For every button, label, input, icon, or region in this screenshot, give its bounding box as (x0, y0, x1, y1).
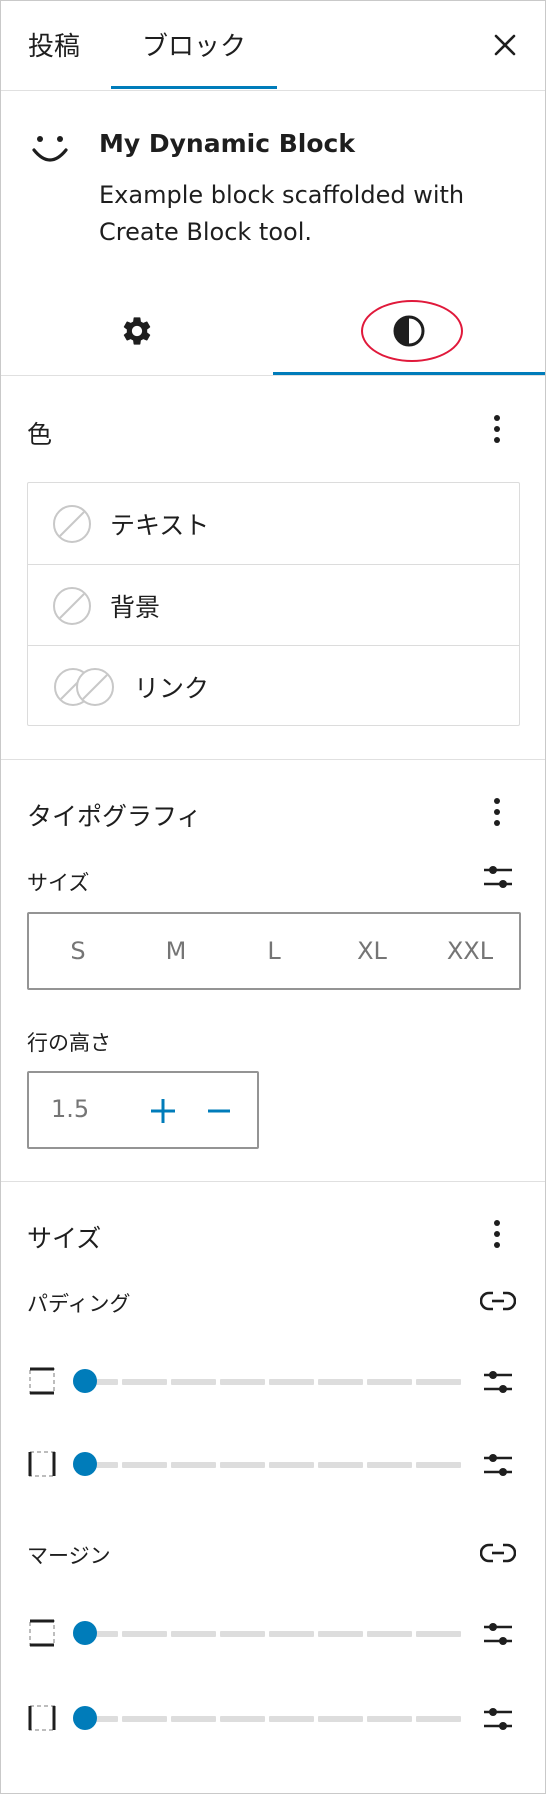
sidebar-tabs: 投稿 ブロック (1, 1, 545, 91)
smiley-icon (27, 126, 73, 172)
color-options-button[interactable] (477, 409, 517, 449)
inspector-tabs (1, 289, 545, 376)
margin-horizontal-slider[interactable] (73, 1706, 461, 1732)
color-item-label: テキスト (110, 510, 210, 540)
panel-divider (1, 1181, 545, 1182)
color-item-background[interactable]: 背景 (28, 564, 519, 646)
more-vertical-icon (494, 798, 500, 826)
typography-panel-title: タイポグラフィ (27, 802, 202, 831)
link-icon (480, 1543, 516, 1563)
slider-thumb[interactable] (73, 1369, 97, 1393)
font-size-label: サイズ (27, 871, 90, 895)
empty-swatch-icon (53, 586, 91, 625)
padding-horizontal-slider[interactable] (73, 1452, 461, 1478)
margin-label: マージン (27, 1544, 111, 1568)
sides-horizontal-icon (28, 1451, 56, 1477)
font-size-option-m[interactable]: M (127, 914, 225, 988)
padding-vertical-slider[interactable] (73, 1369, 461, 1395)
sides-vertical-icon (29, 1367, 55, 1395)
font-size-option-xxl[interactable]: XXL (421, 914, 519, 988)
tab-settings[interactable] (1, 289, 273, 373)
empty-swatch-icon (53, 504, 91, 543)
sides-vertical-icon (29, 1619, 55, 1647)
minus-icon (208, 1109, 230, 1113)
more-vertical-icon (494, 415, 500, 443)
link-icon (480, 1291, 516, 1311)
font-size-option-xl[interactable]: XL (323, 914, 421, 988)
color-item-label: 背景 (110, 592, 161, 622)
highlight-annotation-ring (361, 300, 463, 362)
font-size-custom-button[interactable] (478, 857, 518, 897)
tab-post[interactable]: 投稿 (9, 1, 99, 87)
block-inspector-sidebar: 投稿 ブロック My Dynamic Block Example block s… (0, 0, 546, 1794)
color-item-link[interactable]: リンク (28, 645, 519, 727)
close-sidebar-button[interactable] (483, 23, 527, 67)
margin-vertical-custom-button[interactable] (478, 1614, 518, 1654)
padding-link-button[interactable] (478, 1281, 518, 1321)
margin-vertical-slider[interactable] (73, 1621, 461, 1647)
dimensions-options-button[interactable] (477, 1214, 517, 1254)
plus-icon (151, 1099, 175, 1123)
settings-sliders-icon (484, 1371, 512, 1393)
line-height-label: 行の高さ (27, 1031, 111, 1055)
line-height-increment-button[interactable] (143, 1091, 183, 1131)
color-item-text[interactable]: テキスト (28, 483, 519, 564)
settings-sliders-icon (484, 1623, 512, 1645)
more-vertical-icon (494, 1220, 500, 1248)
typography-options-button[interactable] (477, 792, 517, 832)
color-settings-list: テキスト 背景 リンク (27, 482, 520, 726)
font-size-option-s[interactable]: S (29, 914, 127, 988)
color-item-label: リンク (134, 673, 210, 703)
font-size-picker: S M L XL XXL (27, 912, 521, 990)
line-height-decrement-button[interactable] (199, 1091, 239, 1131)
slider-thumb[interactable] (73, 1452, 97, 1476)
gear-icon (123, 317, 151, 345)
dimensions-panel-title: サイズ (27, 1224, 102, 1253)
slider-thumb[interactable] (73, 1706, 97, 1730)
line-height-input[interactable]: 1.5 (27, 1071, 259, 1149)
padding-vertical-custom-button[interactable] (478, 1362, 518, 1402)
font-size-option-l[interactable]: L (225, 914, 323, 988)
slider-thumb[interactable] (73, 1621, 97, 1645)
block-title: My Dynamic Block (99, 129, 355, 158)
settings-sliders-icon (484, 866, 512, 888)
padding-horizontal-custom-button[interactable] (478, 1445, 518, 1485)
settings-sliders-icon (484, 1708, 512, 1730)
margin-link-button[interactable] (478, 1533, 518, 1573)
margin-horizontal-custom-button[interactable] (478, 1699, 518, 1739)
close-icon (494, 34, 516, 56)
sides-horizontal-icon (28, 1705, 56, 1731)
block-description: Example block scaffolded with Create Blo… (99, 181, 465, 246)
empty-swatch-pair-icon (54, 667, 114, 706)
line-height-value: 1.5 (51, 1095, 90, 1123)
tab-block[interactable]: ブロック (111, 1, 277, 89)
padding-label: パディング (27, 1292, 131, 1316)
color-panel-title: 色 (27, 420, 53, 449)
settings-sliders-icon (484, 1454, 512, 1476)
panel-divider (1, 759, 545, 760)
